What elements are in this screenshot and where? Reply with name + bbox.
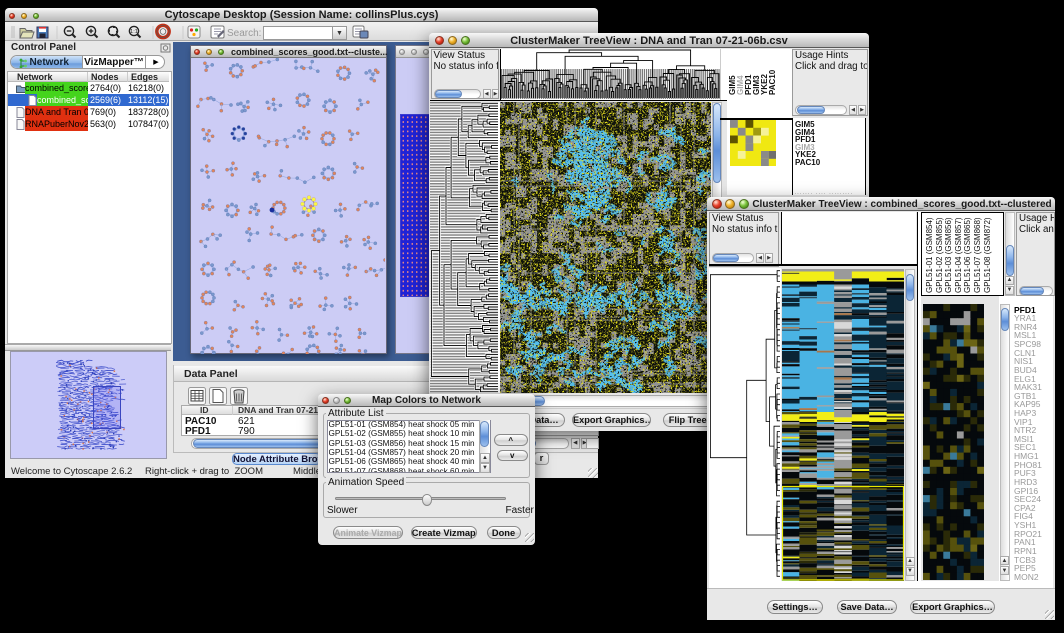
svg-text:1:1: 1:1 <box>130 29 138 35</box>
